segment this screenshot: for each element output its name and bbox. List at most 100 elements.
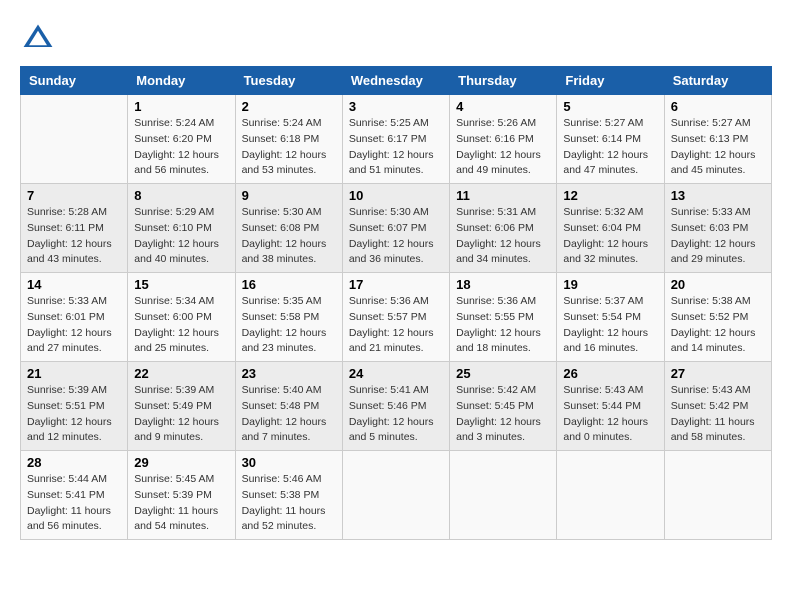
header-day-thursday: Thursday — [450, 67, 557, 95]
calendar-cell: 10 Sunrise: 5:30 AM Sunset: 6:07 PM Dayli… — [342, 184, 449, 273]
day-number: 11 — [456, 188, 550, 203]
day-info: Sunrise: 5:44 AM Sunset: 5:41 PM Dayligh… — [27, 472, 121, 535]
header-day-monday: Monday — [128, 67, 235, 95]
calendar-cell: 7 Sunrise: 5:28 AM Sunset: 6:11 PM Daylig… — [21, 184, 128, 273]
calendar-cell: 6Sunrise: 5:27 AM Sunset: 6:13 PM Daylig… — [664, 95, 771, 184]
calendar-cell: 18 Sunrise: 5:36 AM Sunset: 5:55 PM Dayli… — [450, 273, 557, 362]
day-info: Sunrise: 5:29 AM Sunset: 6:10 PM Dayligh… — [134, 205, 228, 268]
calendar-cell: 15 Sunrise: 5:34 AM Sunset: 6:00 PM Dayli… — [128, 273, 235, 362]
day-info: Sunrise: 5:36 AM Sunset: 5:57 PM Dayligh… — [349, 294, 443, 357]
calendar-header-row: SundayMondayTuesdayWednesdayThursdayFrid… — [21, 67, 772, 95]
day-info: Sunrise: 5:33 AM Sunset: 6:01 PM Dayligh… — [27, 294, 121, 357]
day-number: 14 — [27, 277, 121, 292]
day-number: 6 — [671, 99, 765, 114]
calendar-cell: 13 Sunrise: 5:33 AM Sunset: 6:03 PM Dayli… — [664, 184, 771, 273]
day-info: Sunrise: 5:28 AM Sunset: 6:11 PM Dayligh… — [27, 205, 121, 268]
day-number: 29 — [134, 455, 228, 470]
day-number: 15 — [134, 277, 228, 292]
page-header — [20, 20, 772, 56]
day-info: Sunrise: 5:33 AM Sunset: 6:03 PM Dayligh… — [671, 205, 765, 268]
day-number: 19 — [563, 277, 657, 292]
calendar-week-row: 21 Sunrise: 5:39 AM Sunset: 5:51 PM Dayli… — [21, 362, 772, 451]
calendar-cell: 9Sunrise: 5:30 AM Sunset: 6:08 PM Daylig… — [235, 184, 342, 273]
day-number: 28 — [27, 455, 121, 470]
day-info: Sunrise: 5:43 AM Sunset: 5:44 PM Dayligh… — [563, 383, 657, 446]
day-info: Sunrise: 5:25 AM Sunset: 6:17 PM Dayligh… — [349, 116, 443, 179]
day-number: 13 — [671, 188, 765, 203]
calendar-cell: 29 Sunrise: 5:45 AM Sunset: 5:39 PM Dayli… — [128, 451, 235, 540]
calendar-cell — [342, 451, 449, 540]
day-number: 17 — [349, 277, 443, 292]
day-info: Sunrise: 5:45 AM Sunset: 5:39 PM Dayligh… — [134, 472, 228, 535]
calendar-cell: 2 Sunrise: 5:24 AM Sunset: 6:18 PM Daylig… — [235, 95, 342, 184]
header-day-sunday: Sunday — [21, 67, 128, 95]
calendar-cell: 3Sunrise: 5:25 AM Sunset: 6:17 PM Daylig… — [342, 95, 449, 184]
day-info: Sunrise: 5:39 AM Sunset: 5:49 PM Dayligh… — [134, 383, 228, 446]
day-number: 20 — [671, 277, 765, 292]
day-number: 5 — [563, 99, 657, 114]
calendar-cell: 5 Sunrise: 5:27 AM Sunset: 6:14 PM Daylig… — [557, 95, 664, 184]
header-day-tuesday: Tuesday — [235, 67, 342, 95]
day-number: 22 — [134, 366, 228, 381]
calendar-week-row: 14 Sunrise: 5:33 AM Sunset: 6:01 PM Dayli… — [21, 273, 772, 362]
day-info: Sunrise: 5:38 AM Sunset: 5:52 PM Dayligh… — [671, 294, 765, 357]
day-info: Sunrise: 5:37 AM Sunset: 5:54 PM Dayligh… — [563, 294, 657, 357]
day-number: 7 — [27, 188, 121, 203]
calendar-week-row: 7 Sunrise: 5:28 AM Sunset: 6:11 PM Daylig… — [21, 184, 772, 273]
calendar-cell — [450, 451, 557, 540]
day-number: 23 — [242, 366, 336, 381]
day-number: 25 — [456, 366, 550, 381]
calendar-cell: 17 Sunrise: 5:36 AM Sunset: 5:57 PM Dayli… — [342, 273, 449, 362]
day-number: 8 — [134, 188, 228, 203]
logo-icon — [20, 20, 56, 56]
day-info: Sunrise: 5:46 AM Sunset: 5:38 PM Dayligh… — [242, 472, 336, 535]
day-info: Sunrise: 5:24 AM Sunset: 6:18 PM Dayligh… — [242, 116, 336, 179]
calendar-cell: 27 Sunrise: 5:43 AM Sunset: 5:42 PM Dayli… — [664, 362, 771, 451]
day-number: 30 — [242, 455, 336, 470]
header-day-wednesday: Wednesday — [342, 67, 449, 95]
day-number: 18 — [456, 277, 550, 292]
day-number: 27 — [671, 366, 765, 381]
calendar-cell: 21 Sunrise: 5:39 AM Sunset: 5:51 PM Dayli… — [21, 362, 128, 451]
header-day-friday: Friday — [557, 67, 664, 95]
calendar-cell: 19 Sunrise: 5:37 AM Sunset: 5:54 PM Dayli… — [557, 273, 664, 362]
day-number: 24 — [349, 366, 443, 381]
calendar-cell: 4 Sunrise: 5:26 AM Sunset: 6:16 PM Daylig… — [450, 95, 557, 184]
calendar-cell: 30 Sunrise: 5:46 AM Sunset: 5:38 PM Dayli… — [235, 451, 342, 540]
calendar-cell: 11 Sunrise: 5:31 AM Sunset: 6:06 PM Dayli… — [450, 184, 557, 273]
calendar-cell — [664, 451, 771, 540]
calendar-table: SundayMondayTuesdayWednesdayThursdayFrid… — [20, 66, 772, 540]
day-number: 9 — [242, 188, 336, 203]
calendar-cell: 8 Sunrise: 5:29 AM Sunset: 6:10 PM Daylig… — [128, 184, 235, 273]
logo — [20, 20, 62, 56]
calendar-week-row: 28 Sunrise: 5:44 AM Sunset: 5:41 PM Dayli… — [21, 451, 772, 540]
day-info: Sunrise: 5:42 AM Sunset: 5:45 PM Dayligh… — [456, 383, 550, 446]
calendar-cell: 26 Sunrise: 5:43 AM Sunset: 5:44 PM Dayli… — [557, 362, 664, 451]
day-info: Sunrise: 5:41 AM Sunset: 5:46 PM Dayligh… — [349, 383, 443, 446]
day-info: Sunrise: 5:30 AM Sunset: 6:07 PM Dayligh… — [349, 205, 443, 268]
day-number: 12 — [563, 188, 657, 203]
calendar-cell: 25 Sunrise: 5:42 AM Sunset: 5:45 PM Dayli… — [450, 362, 557, 451]
header-day-saturday: Saturday — [664, 67, 771, 95]
calendar-cell: 20 Sunrise: 5:38 AM Sunset: 5:52 PM Dayli… — [664, 273, 771, 362]
day-info: Sunrise: 5:36 AM Sunset: 5:55 PM Dayligh… — [456, 294, 550, 357]
day-info: Sunrise: 5:31 AM Sunset: 6:06 PM Dayligh… — [456, 205, 550, 268]
day-number: 10 — [349, 188, 443, 203]
day-info: Sunrise: 5:39 AM Sunset: 5:51 PM Dayligh… — [27, 383, 121, 446]
calendar-cell: 22 Sunrise: 5:39 AM Sunset: 5:49 PM Dayli… — [128, 362, 235, 451]
calendar-cell: 16Sunrise: 5:35 AM Sunset: 5:58 PM Dayli… — [235, 273, 342, 362]
day-number: 2 — [242, 99, 336, 114]
day-info: Sunrise: 5:34 AM Sunset: 6:00 PM Dayligh… — [134, 294, 228, 357]
day-info: Sunrise: 5:27 AM Sunset: 6:14 PM Dayligh… — [563, 116, 657, 179]
day-info: Sunrise: 5:26 AM Sunset: 6:16 PM Dayligh… — [456, 116, 550, 179]
day-number: 26 — [563, 366, 657, 381]
calendar-cell: 23Sunrise: 5:40 AM Sunset: 5:48 PM Dayli… — [235, 362, 342, 451]
calendar-cell: 28 Sunrise: 5:44 AM Sunset: 5:41 PM Dayli… — [21, 451, 128, 540]
calendar-cell: 24 Sunrise: 5:41 AM Sunset: 5:46 PM Dayli… — [342, 362, 449, 451]
day-info: Sunrise: 5:24 AM Sunset: 6:20 PM Dayligh… — [134, 116, 228, 179]
calendar-cell: 14 Sunrise: 5:33 AM Sunset: 6:01 PM Dayli… — [21, 273, 128, 362]
day-number: 21 — [27, 366, 121, 381]
day-number: 4 — [456, 99, 550, 114]
calendar-cell — [21, 95, 128, 184]
day-info: Sunrise: 5:43 AM Sunset: 5:42 PM Dayligh… — [671, 383, 765, 446]
